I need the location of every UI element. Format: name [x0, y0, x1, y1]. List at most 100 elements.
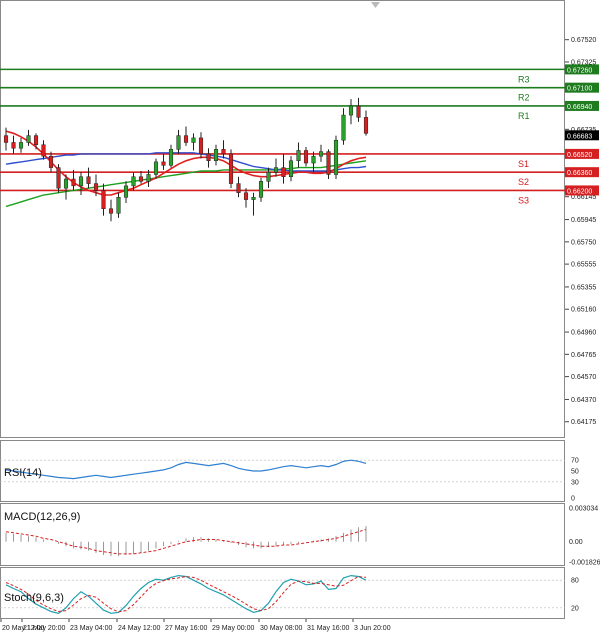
candle-body-up — [18, 142, 24, 149]
candle-body-down — [11, 142, 16, 149]
current-price-tag: 0.66683 — [565, 130, 599, 141]
candle-body-up — [266, 171, 271, 182]
candle-body-down — [138, 176, 144, 182]
price-tick-label: 0.64765 — [571, 352, 596, 359]
time-tick-label: 21 May 20:00 — [23, 625, 66, 632]
candle-body-down — [183, 135, 189, 143]
time-tick-label: 23 May 04:00 — [70, 625, 113, 632]
candle-body-down — [41, 144, 46, 157]
price-axis: 0.675200.673250.667350.661450.659450.657… — [565, 37, 596, 426]
level-name-r3: R3 — [518, 74, 530, 84]
candle-body-up — [333, 139, 339, 175]
candle-body-down — [198, 137, 204, 155]
time-axis: 20 May 12:0021 May 20:00 23 May 04:00 24 M… — [0, 619, 391, 632]
candle — [326, 149, 331, 180]
candle-body-up — [348, 105, 354, 116]
candle-body-up — [146, 174, 151, 182]
candle-body-up — [26, 135, 31, 143]
candle-body-down — [101, 190, 106, 209]
candle-body-up — [78, 176, 84, 187]
candle-body-down — [236, 183, 241, 193]
price-tick-label: 0.65160 — [571, 307, 596, 314]
level-value-label: 0.67260 — [567, 67, 592, 74]
macd-tick-label: 0.003034 — [569, 506, 598, 513]
candle-body-up — [153, 161, 159, 175]
candle-body-down — [161, 161, 166, 166]
stoch-tick-label: 20 — [571, 605, 579, 612]
price-tick-label: 0.67520 — [571, 37, 596, 44]
candle-body-down — [3, 135, 9, 143]
rsi-tick-label: 0 — [571, 496, 575, 503]
candle-body-down — [56, 167, 61, 189]
level-name-s2: S2 — [518, 177, 529, 187]
candle-body-up — [288, 160, 294, 177]
candle — [228, 149, 234, 189]
candle-body-down — [281, 167, 286, 177]
candle-body-up — [123, 185, 129, 198]
forex-chart: 0.675200.673250.667350.661450.659450.657… — [0, 0, 600, 632]
stoch-label: Stoch(9,6,3) — [4, 592, 64, 604]
time-tick-label: 27 May 16:00 — [165, 625, 208, 632]
time-tick-label: 30 May 08:00 — [260, 625, 303, 632]
time-tick-label: 3 Jun 20:00 — [354, 625, 391, 632]
candle-body-down — [221, 149, 226, 155]
rsi-tick-label: 50 — [571, 469, 579, 476]
candle-body-down — [33, 135, 39, 146]
candle — [333, 135, 339, 180]
price-tick-label: 0.64175 — [571, 419, 596, 426]
rsi-tick-label: 30 — [571, 479, 579, 486]
level-value-label: 0.66200 — [567, 188, 592, 195]
level-value-label: 0.66940 — [567, 104, 592, 111]
level-name-s1: S1 — [518, 159, 529, 169]
macd-label: MACD(12,26,9) — [4, 511, 80, 523]
candle-body-up — [131, 176, 136, 187]
price-panel — [0, 0, 565, 438]
candle-body-down — [93, 183, 99, 191]
candle-body-down — [356, 105, 361, 118]
stoch-panel — [0, 567, 565, 619]
candle-body-up — [63, 178, 69, 189]
candle-body-down — [243, 192, 249, 200]
candle-body-down — [303, 150, 309, 164]
time-tick-label: 29 May 00:00 — [212, 625, 255, 632]
candle-body-up — [296, 150, 301, 162]
macd-tick-label: -0.001826 — [569, 560, 600, 567]
time-tick-label: 24 May 12:00 — [118, 625, 161, 632]
level-value-label: 0.67100 — [567, 86, 592, 93]
candle-body-down — [228, 153, 234, 184]
rsi-tick-label: 70 — [571, 458, 579, 465]
candle-body-up — [116, 197, 121, 214]
price-tick-label: 0.64570 — [571, 374, 596, 381]
level-value-label: 0.66520 — [567, 152, 592, 159]
price-tick-label: 0.64370 — [571, 397, 596, 404]
candle-body-up — [258, 181, 264, 198]
candle-body-down — [48, 155, 54, 168]
macd-tick-label: 0.00 — [569, 539, 583, 546]
level-name-r2: R2 — [518, 93, 530, 103]
candle-body-up — [318, 151, 324, 157]
candle-body-down — [108, 208, 114, 214]
candle-body-down — [86, 176, 91, 184]
candle-body-up — [273, 167, 279, 173]
candle-body-down — [71, 178, 76, 187]
stoch-tick-label: 80 — [571, 578, 579, 585]
candle-body-up — [168, 149, 174, 166]
rsi-panel — [0, 440, 565, 502]
candle-body-down — [326, 151, 331, 175]
candle-body-down — [206, 153, 211, 162]
price-tick-label: 0.65555 — [571, 262, 596, 269]
candle-body-up — [341, 114, 346, 141]
level-name-s3: S3 — [518, 195, 529, 205]
macd-panel — [0, 503, 565, 566]
level-value-label: 0.66360 — [567, 170, 592, 177]
candle-body-up — [311, 155, 316, 164]
time-tick-label: 31 May 16:00 — [307, 625, 350, 632]
price-tick-label: 0.64960 — [571, 330, 596, 337]
price-tick-label: 0.65945 — [571, 217, 596, 224]
level-name-r1: R1 — [518, 111, 530, 121]
candle-body-up — [191, 137, 196, 143]
candle-body-down — [363, 117, 369, 134]
price-tick-label: 0.65355 — [571, 284, 596, 291]
candle-body-up — [213, 149, 219, 162]
candle-body-up — [176, 135, 181, 150]
